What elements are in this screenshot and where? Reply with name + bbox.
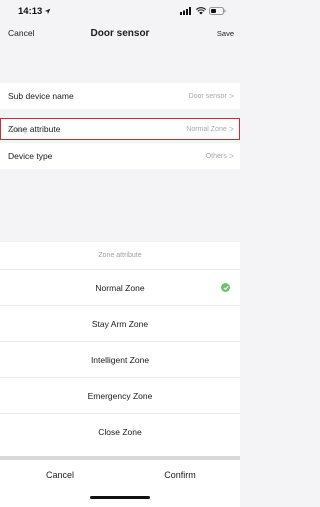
option-label: Stay Arm Zone	[91, 318, 149, 329]
zone-attribute-value: Normal Zone	[186, 125, 227, 133]
zone-attribute-row[interactable]: Zone attribute Normal Zone >	[0, 118, 240, 140]
option-emergency-zone[interactable]: Emergency Zone	[0, 378, 240, 414]
status-left: 14:13	[18, 6, 51, 17]
option-close-zone[interactable]: Close Zone	[0, 414, 240, 450]
option-intelligent-zone[interactable]: Intelligent Zone	[0, 342, 240, 378]
sub-device-name-value: Door sensor	[188, 92, 227, 100]
status-time: 14:13	[18, 5, 43, 17]
cancel-button[interactable]: Cancel	[8, 28, 34, 38]
checkmark-icon	[221, 283, 230, 292]
setting-section-label: Setting	[8, 128, 27, 134]
sheet-cancel-button[interactable]: Cancel	[0, 470, 120, 480]
sub-device-name-value-group: Door sensor >	[189, 91, 234, 101]
chevron-right-icon: >	[228, 151, 234, 161]
location-arrow-icon	[45, 8, 51, 14]
page-title: Door sensor	[90, 27, 150, 39]
option-label: Emergency Zone	[87, 390, 153, 401]
sheet-footer: Cancel Confirm	[0, 460, 240, 490]
chevron-right-icon: >	[228, 91, 234, 101]
battery-icon	[209, 7, 226, 15]
device-type-value-group: Others >	[206, 151, 234, 161]
sheet-confirm-button[interactable]: Confirm	[120, 470, 240, 480]
sub-device-name-label: Sub device name	[8, 91, 74, 101]
status-icons	[180, 7, 226, 15]
device-type-value: Others	[205, 152, 227, 160]
option-label: Normal Zone	[95, 282, 145, 293]
cellular-signal-icon	[180, 7, 191, 15]
save-button[interactable]: Save	[217, 29, 234, 38]
wifi-icon	[196, 7, 206, 15]
device-type-row[interactable]: Device type Others >	[0, 143, 240, 169]
option-stay-arm-zone[interactable]: Stay Arm Zone	[0, 306, 240, 342]
zone-attribute-value-group: Normal Zone >	[186, 124, 234, 134]
option-label: Intelligent Zone	[90, 354, 150, 365]
option-normal-zone[interactable]: Normal Zone	[0, 270, 240, 306]
device-type-label: Device type	[8, 151, 53, 161]
nav-bar: Cancel Door sensor Save	[0, 22, 240, 44]
status-bar: 14:13	[0, 0, 240, 22]
zone-attribute-picker-sheet: Zone attribute Normal Zone Stay Arm Zone…	[0, 242, 240, 507]
chevron-right-icon: >	[228, 124, 234, 134]
sub-device-name-row[interactable]: Sub device name Door sensor >	[0, 83, 240, 109]
home-indicator	[90, 496, 150, 499]
sheet-title: Zone attribute	[0, 242, 240, 270]
option-label: Close Zone	[98, 427, 142, 437]
